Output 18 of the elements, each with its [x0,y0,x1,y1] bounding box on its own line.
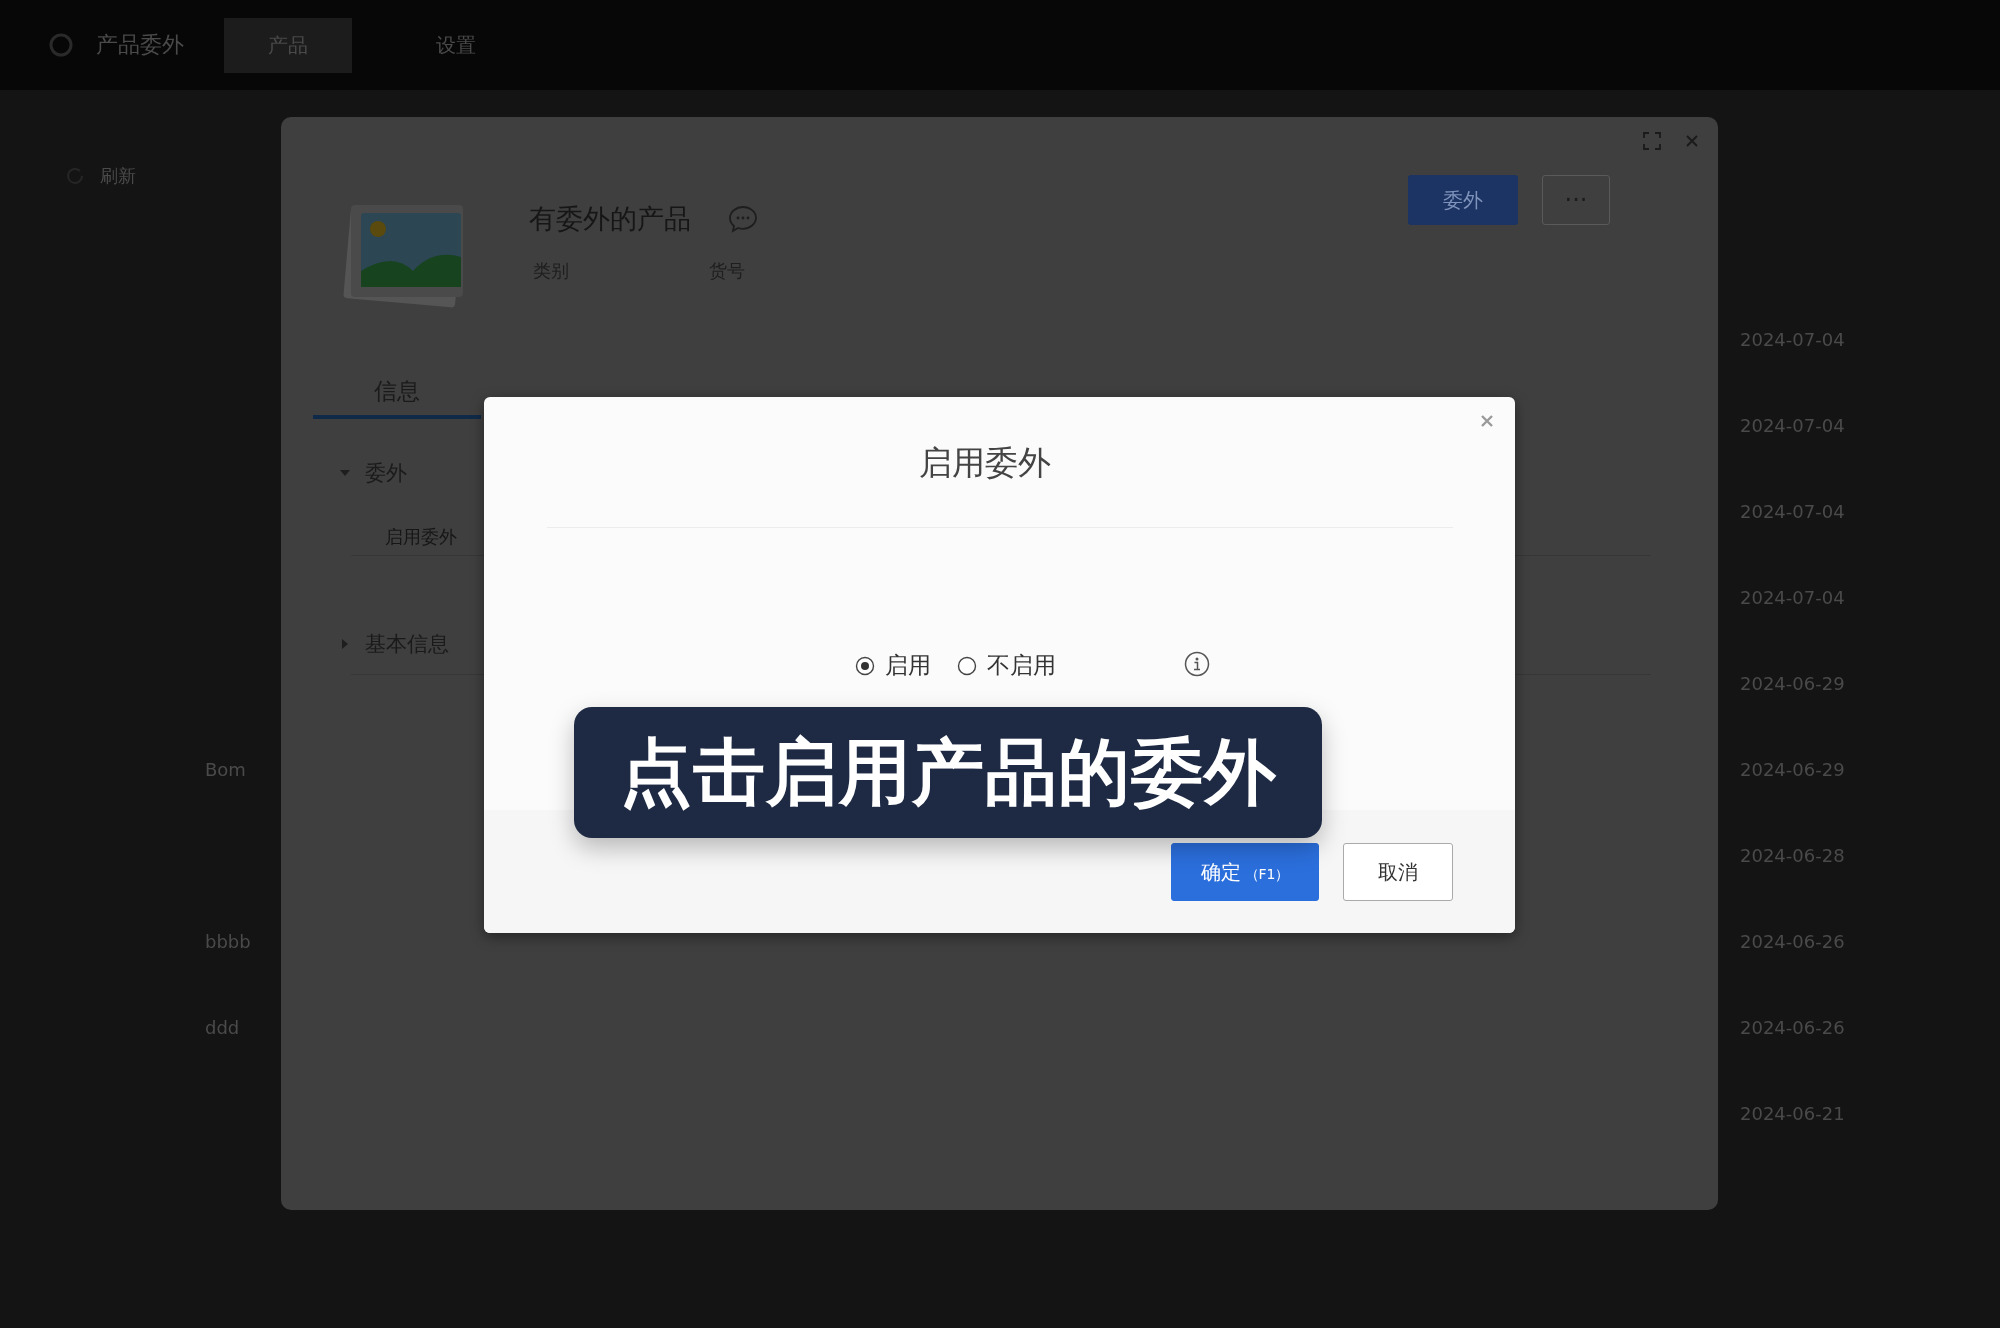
expand-icon[interactable] [1642,131,1662,151]
radio-button[interactable] [855,655,875,676]
logo-icon [48,32,74,58]
more-button[interactable]: ··· [1542,175,1610,225]
comment-icon[interactable] [727,203,759,235]
close-icon[interactable] [1684,133,1700,149]
cancel-button[interactable]: 取消 [1343,843,1453,901]
info-icon[interactable] [1184,650,1210,677]
dialog-title: 启用委外 [917,442,1052,483]
confirm-button[interactable]: 确定 （F1） [1171,843,1319,901]
app-title: 产品委外 [96,31,184,59]
tooltip-banner: 点击启用产品的委外 [574,707,1322,838]
nav-tab[interactable]: 设置 [392,17,520,73]
radio-button[interactable] [957,655,977,676]
radio-label[interactable]: 不启用 [987,650,1056,681]
outsource-button[interactable]: 委外 [1408,175,1518,225]
close-icon[interactable] [1479,413,1495,429]
radio-label[interactable]: 启用 [885,650,931,681]
